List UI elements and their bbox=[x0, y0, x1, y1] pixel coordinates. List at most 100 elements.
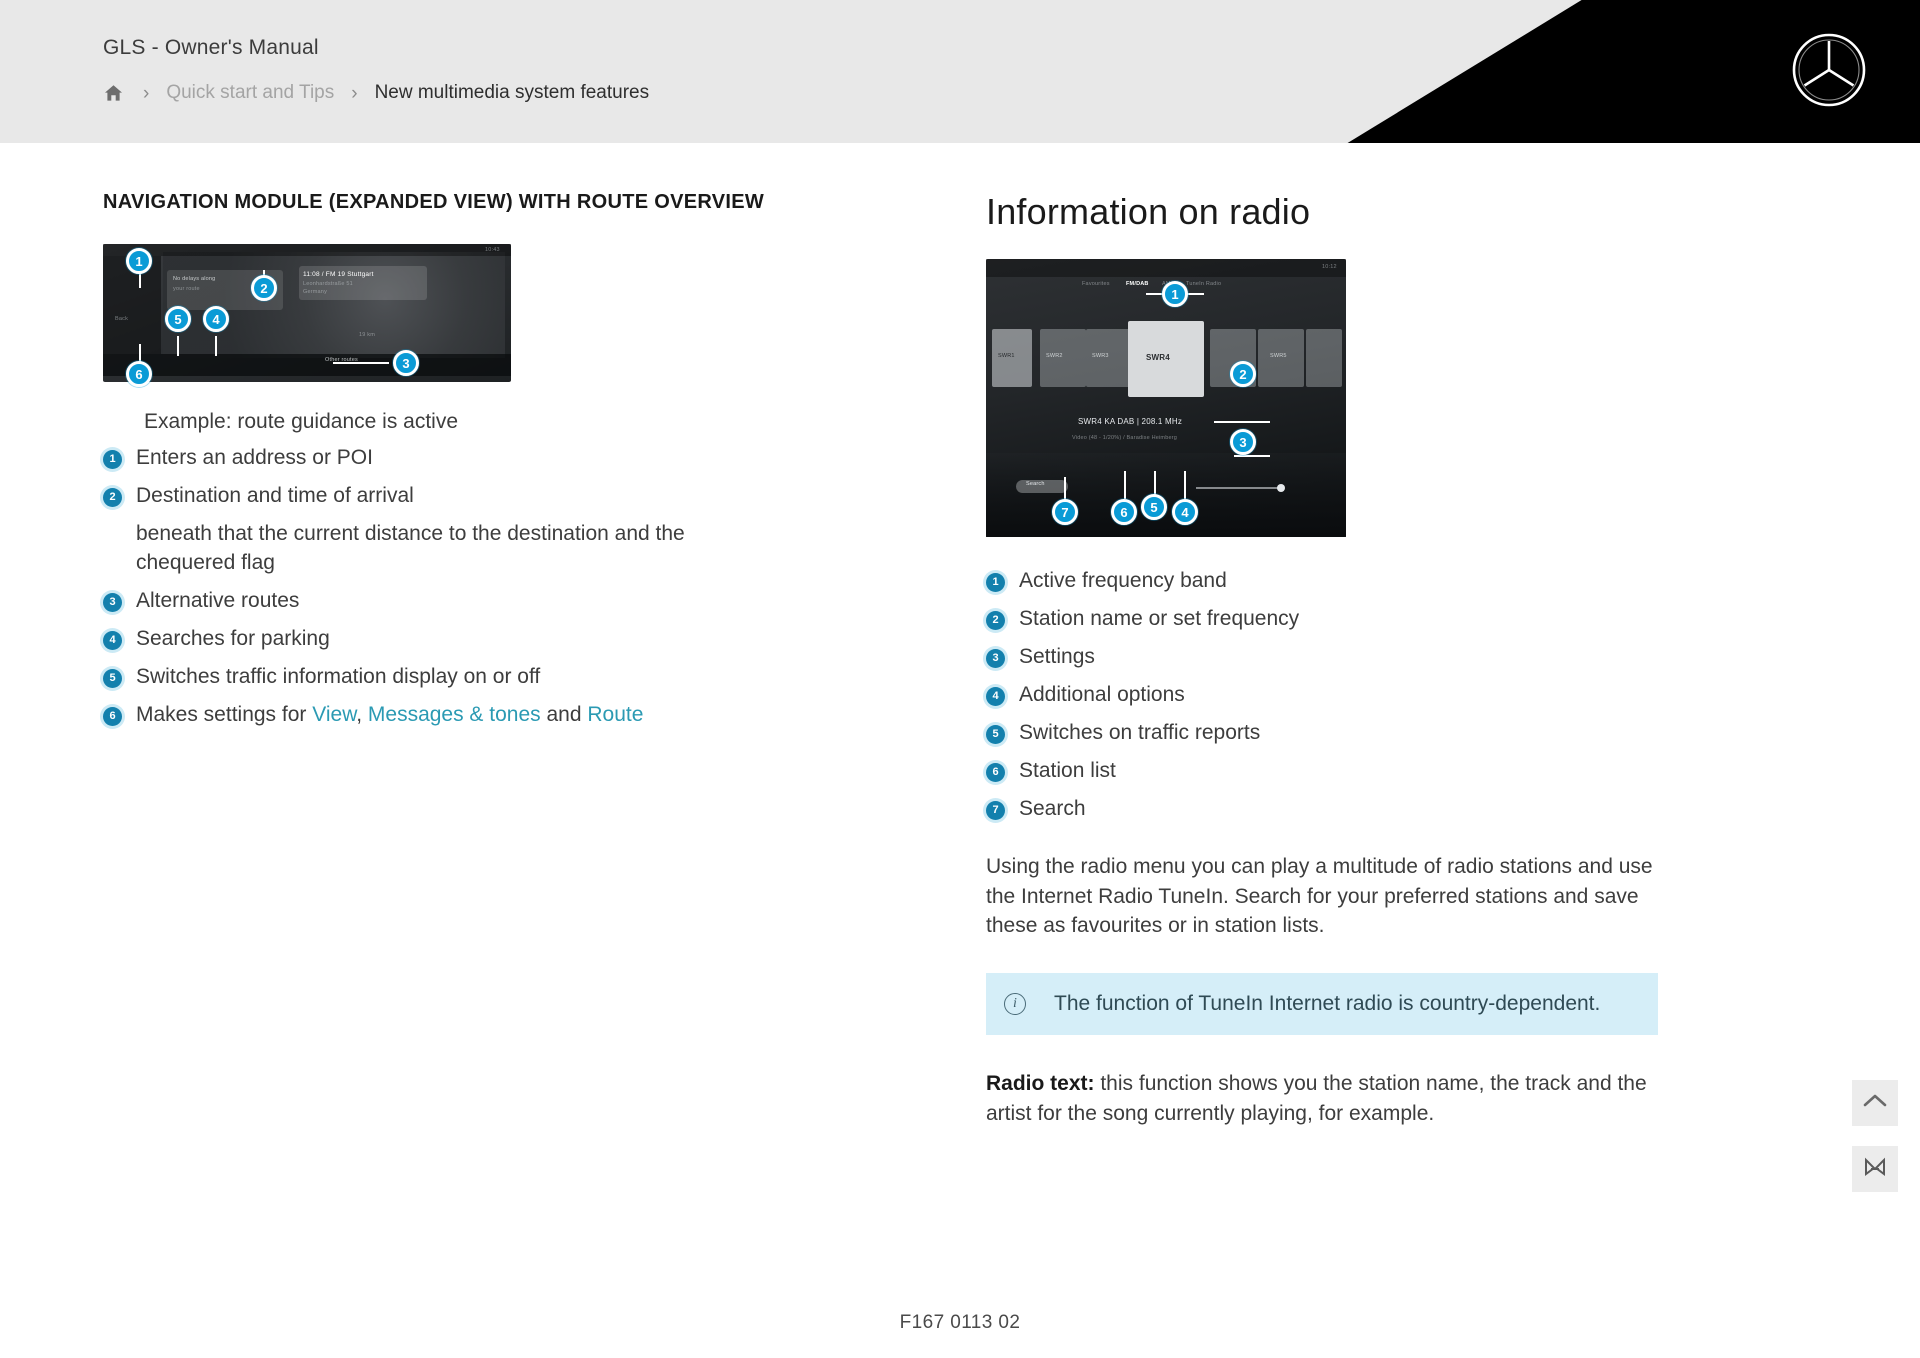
destination-label: 11:08 / FM 19 Stuttgart bbox=[303, 271, 374, 278]
left-numbered-list: 1 Enters an address or POI 2 Destination… bbox=[103, 444, 903, 511]
radio-callout-7[interactable]: 7 bbox=[1052, 499, 1078, 525]
right-section-title: Information on radio bbox=[986, 191, 1311, 232]
list-item: 3 Settings bbox=[986, 643, 1806, 672]
illustration-callout-3[interactable]: 3 bbox=[393, 350, 419, 376]
breadcrumb-separator-1: › bbox=[143, 82, 150, 104]
info-icon: i bbox=[1004, 993, 1026, 1016]
list-number-badge: 5 bbox=[986, 724, 1005, 744]
station-subtext: Video (48 - 1/20%) / Baradise Heimberg bbox=[1072, 435, 1178, 441]
list-item-2-subtext: beneath that the current distance to the… bbox=[136, 521, 685, 574]
list-item: 6 Station list bbox=[986, 757, 1806, 786]
list-item: 2 Destination and time of arrival bbox=[103, 482, 903, 511]
list-number-badge: 6 bbox=[103, 706, 122, 726]
mercedes-benz-star-icon bbox=[1792, 33, 1866, 107]
radio-leader-2 bbox=[1214, 421, 1270, 423]
left-numbered-list-continued: 3 Alternative routes 4 Searches for park… bbox=[103, 587, 903, 730]
list-item: 4 Additional options bbox=[986, 681, 1806, 710]
breadcrumb: › Quick start and Tips › New multimedia … bbox=[100, 80, 649, 106]
footer-document-code: F167 0113 02 bbox=[899, 1312, 1021, 1333]
navigation-module-illustration: 11:08 / FM 19 Stuttgart Leonhardstraße 5… bbox=[103, 244, 511, 392]
list-item-label: Switches on traffic reports bbox=[1019, 720, 1261, 744]
left-section-title: NAVIGATION MODULE (EXPANDED VIEW) WITH R… bbox=[103, 191, 765, 213]
list-item-label: Switches traffic information display on … bbox=[136, 664, 541, 688]
radio-status-bar bbox=[986, 259, 1346, 277]
link-route[interactable]: Route bbox=[587, 703, 643, 726]
radio-search-label: Search bbox=[1026, 481, 1045, 487]
radio-callout-5[interactable]: 5 bbox=[1141, 494, 1167, 520]
screen-status-bar bbox=[103, 244, 511, 256]
list-number-badge: 6 bbox=[986, 762, 1005, 782]
settings-sep-1: , bbox=[356, 702, 368, 726]
traffic-card-line1: No delays along bbox=[173, 276, 216, 282]
cover-label-5: SWR5 bbox=[1270, 353, 1287, 359]
destination-street: Leonhardstraße 51 bbox=[303, 281, 353, 287]
radio-tab-tunein: TuneIn Radio bbox=[1186, 281, 1222, 287]
radio-module-illustration: Favourites FM/DAB AM TuneIn Radio 10:12 … bbox=[986, 259, 1346, 537]
illustration-callout-5[interactable]: 5 bbox=[165, 306, 191, 332]
list-number-badge: 4 bbox=[103, 630, 122, 650]
cover-label-1: SWR1 bbox=[998, 353, 1015, 359]
list-item-label: Makes settings for View, Messages & tone… bbox=[136, 701, 903, 730]
list-item: 7 Search bbox=[986, 795, 1806, 824]
link-view[interactable]: View bbox=[312, 703, 356, 726]
radio-tab-fmdab: FM/DAB bbox=[1126, 281, 1149, 287]
illustration-callout-4[interactable]: 4 bbox=[203, 306, 229, 332]
breadcrumb-current-page: New multimedia system features bbox=[374, 82, 650, 103]
manual-title: GLS - Owner's Manual bbox=[103, 36, 319, 59]
example-caption: Example: route guidance is active bbox=[144, 410, 459, 433]
back-button-label: Back bbox=[115, 316, 129, 322]
list-number-badge: 7 bbox=[986, 800, 1005, 820]
traffic-card-line2: your route bbox=[173, 286, 200, 292]
list-number-badge: 1 bbox=[103, 450, 122, 469]
list-item-label: Settings bbox=[1019, 644, 1095, 668]
radio-leader-6 bbox=[1124, 471, 1126, 499]
status-time: 10:43 bbox=[485, 247, 500, 253]
breadcrumb-parent-link[interactable]: Quick start and Tips bbox=[166, 82, 334, 104]
list-item-settings: 6 Makes settings for View, Messages & to… bbox=[103, 701, 903, 730]
leader-line-4 bbox=[215, 336, 217, 356]
list-item: 1 Active frequency band bbox=[986, 567, 1806, 596]
cover-label-3: SWR3 bbox=[1092, 353, 1109, 359]
list-item: 4 Searches for parking bbox=[103, 625, 903, 654]
radio-text-paragraph: Radio text: this function shows you the … bbox=[986, 1069, 1658, 1129]
list-item-label: Station name or set frequency bbox=[1019, 606, 1300, 630]
radio-text-label: Radio text: bbox=[986, 1072, 1095, 1096]
leader-line-3 bbox=[333, 362, 389, 364]
distance-label: 19 km bbox=[359, 332, 375, 338]
list-item-label: Station list bbox=[1019, 758, 1116, 782]
chevron-up-icon bbox=[1863, 1093, 1887, 1114]
right-column: Information on radio Favourites FM/DAB A… bbox=[986, 191, 1806, 1129]
home-icon[interactable] bbox=[100, 81, 126, 105]
radio-leader-7 bbox=[1064, 477, 1066, 501]
radio-leader-4 bbox=[1184, 471, 1186, 499]
list-item-label: Search bbox=[1019, 796, 1086, 820]
screen-bottom-bar bbox=[103, 354, 511, 376]
bookmark-button[interactable] bbox=[1852, 1146, 1898, 1192]
illustration-callout-1[interactable]: 1 bbox=[126, 248, 152, 274]
radio-callout-2[interactable]: 2 bbox=[1230, 361, 1256, 387]
illustration-callout-6[interactable]: 6 bbox=[126, 361, 152, 387]
radio-callout-3[interactable]: 3 bbox=[1230, 429, 1256, 455]
cover-label-active: SWR4 bbox=[1146, 353, 1170, 362]
radio-status-time: 10:12 bbox=[1322, 264, 1337, 270]
scroll-to-top-button[interactable] bbox=[1852, 1080, 1898, 1126]
navigation-screen-graphic: 11:08 / FM 19 Stuttgart Leonhardstraße 5… bbox=[103, 244, 511, 382]
list-item: 3 Alternative routes bbox=[103, 587, 903, 616]
info-note-box: i The function of TuneIn Internet radio … bbox=[986, 973, 1658, 1036]
list-item-label: Destination and time of arrival bbox=[136, 483, 414, 507]
station-frequency-label: SWR4 KA DAB | 208.1 MHz bbox=[1078, 417, 1183, 426]
list-item: 2 Station name or set frequency bbox=[986, 605, 1806, 634]
manual-page: GLS - Owner's Manual › Quick start and T… bbox=[0, 0, 1920, 1358]
list-item: 5 Switches traffic information display o… bbox=[103, 663, 903, 692]
radio-callout-1[interactable]: 1 bbox=[1162, 281, 1188, 307]
radio-callout-4[interactable]: 4 bbox=[1172, 499, 1198, 525]
list-item-label: Additional options bbox=[1019, 682, 1185, 706]
list-number-badge: 2 bbox=[986, 610, 1005, 630]
illustration-callout-2[interactable]: 2 bbox=[251, 275, 277, 301]
link-messages-and-tones[interactable]: Messages & tones bbox=[368, 703, 541, 726]
radio-callout-6[interactable]: 6 bbox=[1111, 499, 1137, 525]
station-cover-6 bbox=[1306, 329, 1342, 387]
radio-tab-favourites: Favourites bbox=[1082, 281, 1110, 287]
list-item: 5 Switches on traffic reports bbox=[986, 719, 1806, 748]
list-number-badge: 1 bbox=[986, 573, 1005, 592]
